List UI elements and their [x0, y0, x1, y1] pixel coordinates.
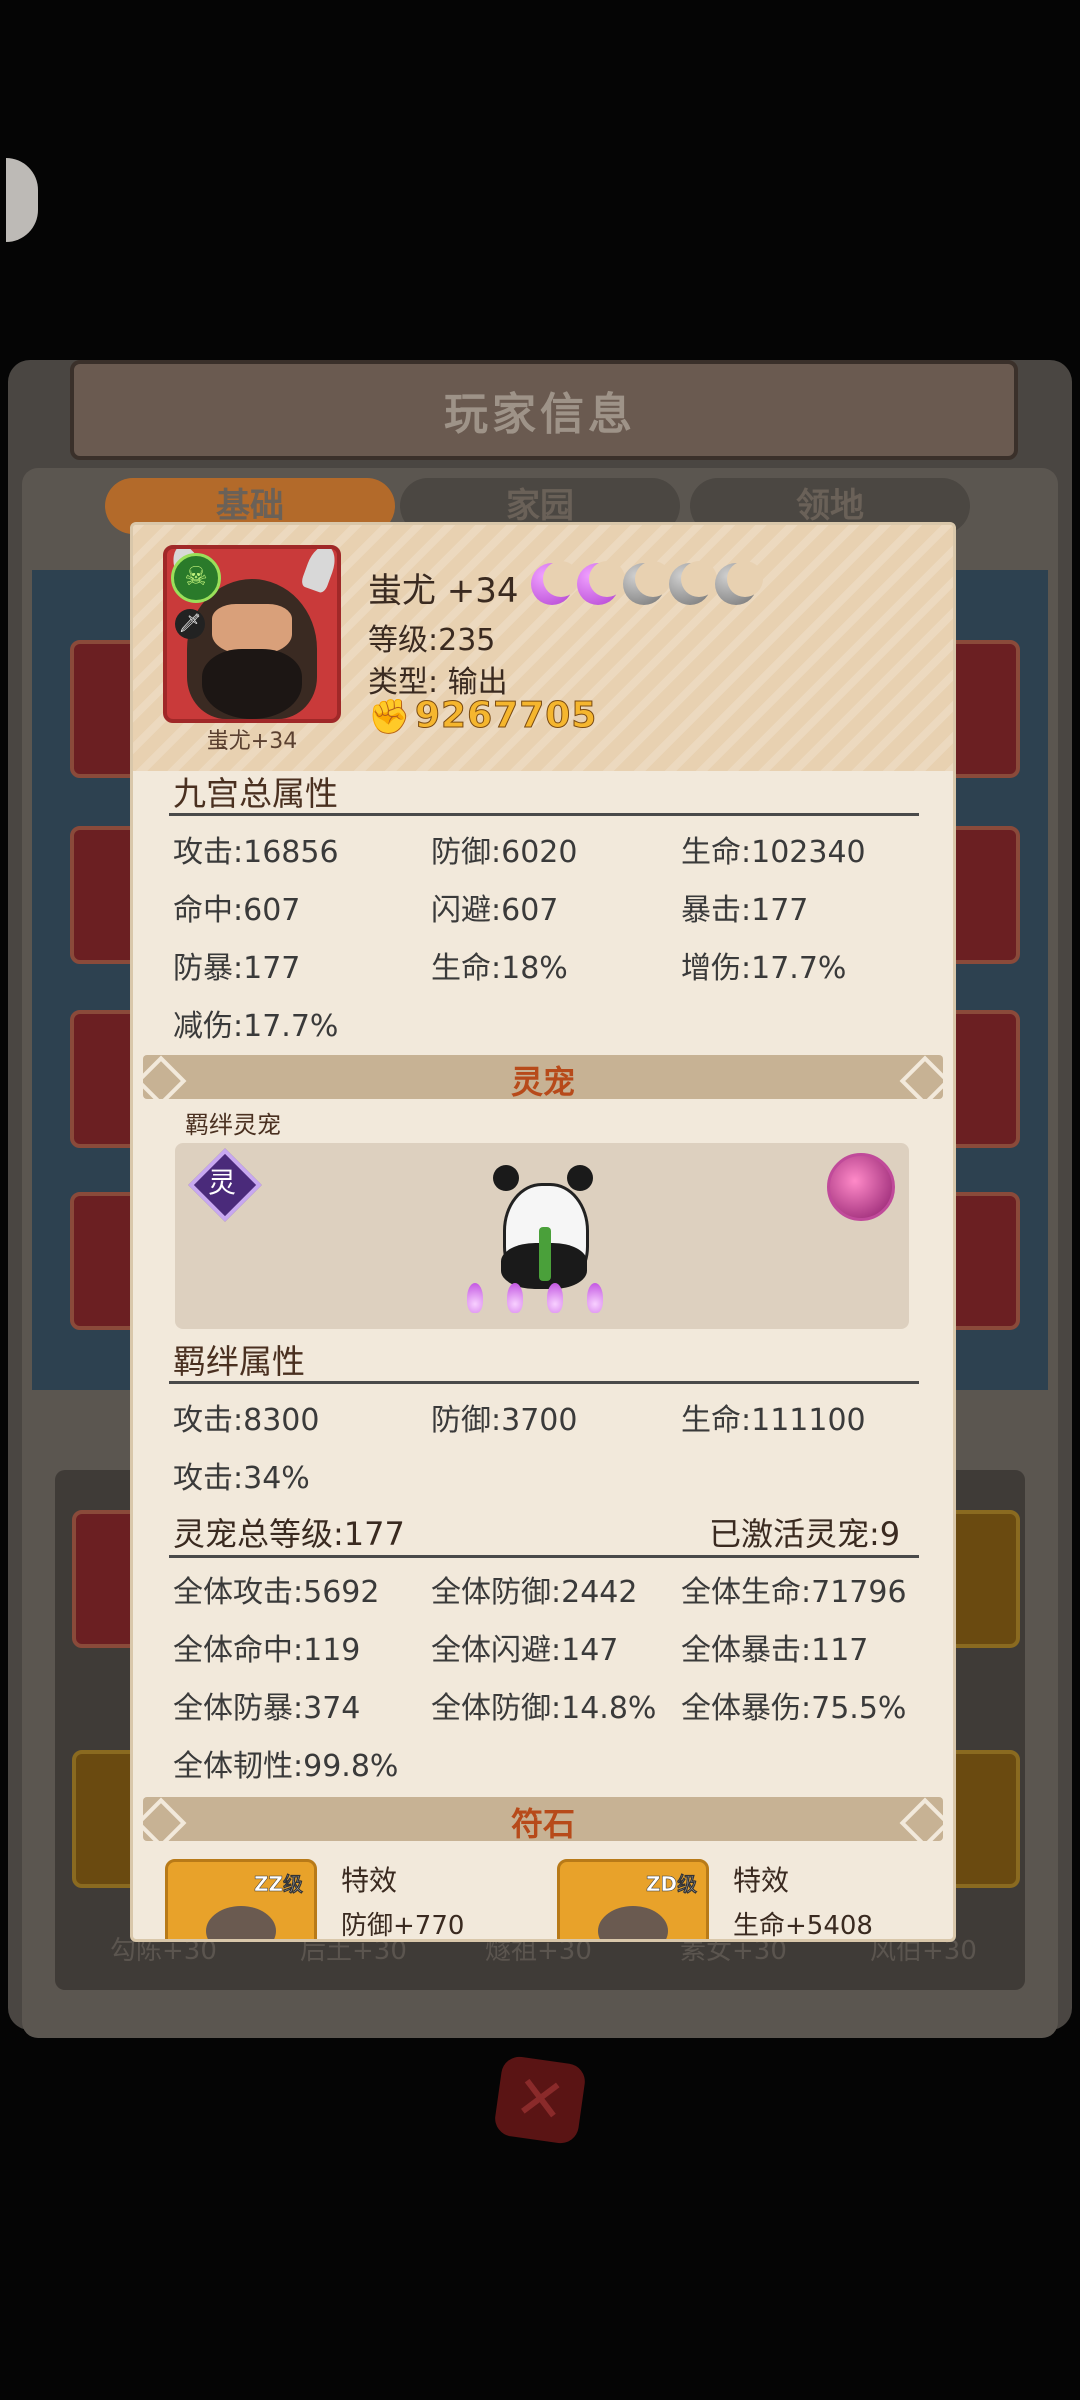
stat: 暴击:177: [681, 893, 809, 928]
close-button[interactable]: ✕: [492, 2054, 588, 2146]
bond-pet-slot[interactable]: 灵: [175, 1143, 909, 1329]
avatar-face: [212, 604, 292, 654]
bond-attributes-title: 羁绊属性: [173, 1342, 305, 1381]
flame-icon: [467, 1283, 483, 1313]
stat: 全体生命:71796: [681, 1575, 907, 1610]
bond-pet-caption: 羁绊灵宠: [185, 1111, 281, 1139]
moon-icon: [623, 561, 671, 605]
pet-total-level: 灵宠总等级:177: [173, 1515, 405, 1553]
rune-grade: ZD级: [646, 1872, 698, 1897]
floating-assistant-button[interactable]: [6, 158, 38, 242]
rune-effect-label: 特效: [733, 1864, 790, 1897]
flame-icon: [587, 1283, 603, 1313]
stat: 全体防御:14.8%: [431, 1691, 657, 1726]
rune-slot[interactable]: ZD级: [557, 1859, 709, 1939]
stat: 全体命中:119: [173, 1633, 361, 1668]
rune-effect-value: 防御+770: [341, 1911, 465, 1941]
rune-effect-label: 特效: [341, 1864, 398, 1897]
stat: 命中:607: [173, 893, 301, 928]
sword-icon: 🗡: [175, 609, 205, 639]
rune-stone-icon: [598, 1906, 668, 1939]
moon-icon: [577, 561, 625, 605]
stat: 全体韧性:99.8%: [173, 1749, 399, 1784]
stat: 全体防暴:374: [173, 1691, 361, 1726]
moon-icon: [531, 561, 579, 605]
rune-stone-icon: [206, 1906, 276, 1939]
hero-name: 蚩尤 +34: [368, 571, 519, 611]
divider: [169, 1555, 919, 1558]
stat: 防御:6020: [431, 835, 578, 870]
horn-icon: [299, 549, 337, 595]
stat: 生命:18%: [431, 951, 568, 986]
stat: 全体攻击:5692: [173, 1575, 380, 1610]
divider: [169, 813, 919, 816]
panda-ear: [567, 1165, 593, 1191]
faction-skull-icon: ☠: [171, 553, 221, 603]
hero-avatar: ☠ 🗡: [163, 545, 341, 723]
rune-grade: ZZ级: [254, 1872, 304, 1897]
stat: 攻击:34%: [173, 1461, 310, 1496]
rune-effect-value: 生命+5408: [733, 1911, 873, 1941]
nine-palace-title: 九宫总属性: [173, 774, 338, 813]
panda-ear: [493, 1165, 519, 1191]
stat: 防暴:177: [173, 951, 301, 986]
stat: 全体防御:2442: [431, 1575, 638, 1610]
moon-icon: [669, 561, 717, 605]
banner-title: 灵宠: [510, 1063, 575, 1101]
stat: 减伤:17.7%: [173, 1009, 339, 1044]
stat: 防御:3700: [431, 1403, 578, 1438]
avatar-beard: [202, 649, 302, 719]
hero-detail-popup: ☠ 🗡 蚩尤+34 蚩尤 +34 等级:235 类型: 输出 ✊ 9267705…: [130, 522, 956, 1942]
stat: 全体闪避:147: [431, 1633, 619, 1668]
banner-title: 符石: [510, 1805, 575, 1843]
stat: 增伤:17.7%: [681, 951, 847, 986]
star-rating-moons: [531, 561, 763, 607]
flame-icon: [547, 1283, 563, 1313]
divider: [169, 1381, 919, 1384]
avatar-label: 蚩尤+34: [206, 729, 298, 754]
stat: 生命:102340: [681, 835, 866, 870]
moon-icon: [715, 561, 763, 605]
spirit-pet-banner: 灵宠: [135, 1055, 951, 1107]
stat: 攻击:8300: [173, 1403, 320, 1438]
bamboo-icon: [539, 1227, 551, 1281]
stat: 攻击:16856: [173, 835, 339, 870]
activated-pet-count: 已激活灵宠:9: [709, 1515, 901, 1553]
pet-skill-icon[interactable]: [827, 1153, 895, 1221]
rune-banner: 符石: [135, 1797, 951, 1849]
hero-level: 等级:235: [368, 623, 496, 658]
stat: 闪避:607: [431, 893, 559, 928]
window-title: 玩家信息: [444, 389, 636, 440]
spirit-badge-text: 灵: [207, 1166, 236, 1199]
combat-power: 9267705: [414, 695, 598, 737]
stat: 全体暴击:117: [681, 1633, 869, 1668]
flame-icon: [507, 1283, 523, 1313]
power-fist-icon: ✊: [368, 697, 411, 737]
rune-slot[interactable]: ZZ级: [165, 1859, 317, 1939]
stat: 生命:111100: [681, 1403, 866, 1438]
stat: 全体暴伤:75.5%: [681, 1691, 907, 1726]
